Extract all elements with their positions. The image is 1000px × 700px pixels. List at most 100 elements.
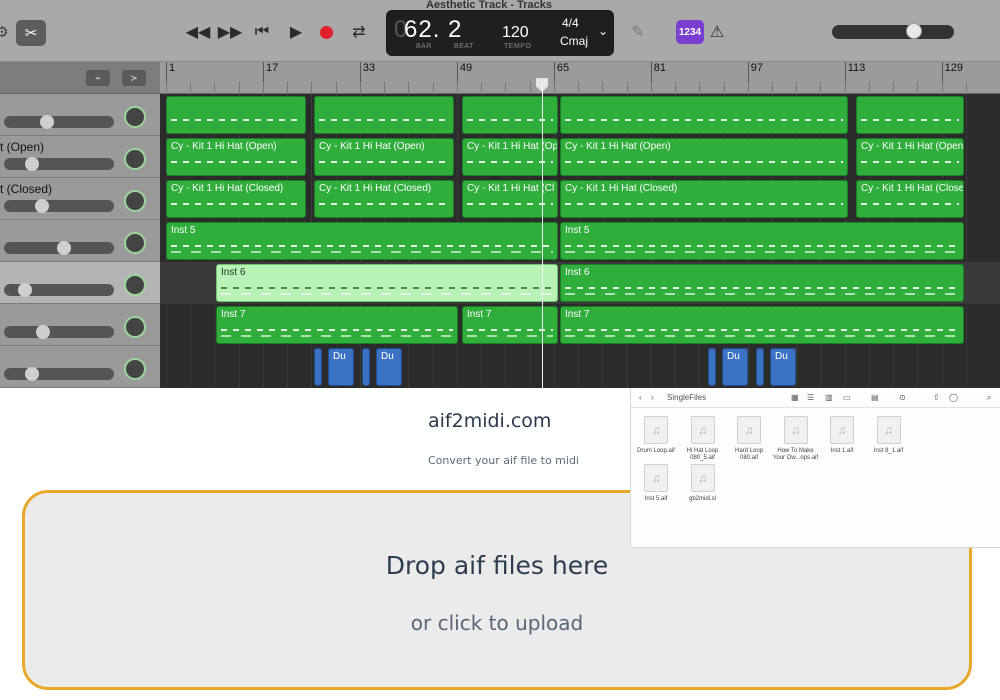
back-icon[interactable]: ‹ <box>639 393 642 402</box>
tuner-icon[interactable]: ✎ <box>628 22 648 42</box>
track-region[interactable]: Cy - Kit 1 Hi Hat (Closed) <box>166 180 306 218</box>
column-view-icon[interactable]: ▥ <box>825 393 833 402</box>
site-title[interactable]: aif2midi.com <box>428 410 551 432</box>
track-region[interactable]: Inst 7 <box>216 306 458 344</box>
track-volume-slider[interactable] <box>4 115 114 129</box>
pan-knob[interactable] <box>124 106 146 128</box>
metronome-icon[interactable]: ⚠ <box>708 22 726 42</box>
filter-icon[interactable]: ≻ <box>122 70 146 86</box>
drummer-region[interactable]: Du <box>328 348 354 386</box>
track-region[interactable]: Inst 7 <box>462 306 558 344</box>
drummer-region[interactable] <box>756 348 764 386</box>
pan-knob[interactable] <box>124 316 146 338</box>
gallery-view-icon[interactable]: ▭ <box>843 393 851 402</box>
track-header[interactable] <box>0 304 160 346</box>
play-icon[interactable]: ▶ <box>286 22 306 42</box>
track-volume-thumb[interactable] <box>25 157 39 171</box>
track-volume-thumb[interactable] <box>35 199 49 213</box>
track-region[interactable]: Cy - Kit 1 Hi Hat (Op <box>462 138 558 176</box>
track-volume-slider[interactable] <box>4 241 114 255</box>
track-header[interactable] <box>0 220 160 262</box>
track-volume-thumb[interactable] <box>36 325 50 339</box>
cycle-icon[interactable]: ⇄ <box>348 22 370 42</box>
drummer-region[interactable] <box>314 348 322 386</box>
tag-icon[interactable]: ◯ <box>949 393 958 402</box>
track-volume-slider[interactable] <box>4 367 114 381</box>
track-volume-slider[interactable] <box>4 283 114 297</box>
track-volume-slider[interactable] <box>4 325 114 339</box>
track-region[interactable] <box>856 96 964 134</box>
drummer-region[interactable]: Du <box>722 348 748 386</box>
finder-file[interactable]: ♫ Hi Hat Loop 080_5.aif <box>680 416 726 462</box>
track-volume-slider[interactable] <box>4 157 114 171</box>
finder-file[interactable]: ♫ Inst 1.aif <box>819 416 865 455</box>
track-region[interactable]: Cy - Kit 1 Hi Hat (Open) <box>314 138 454 176</box>
track-region[interactable]: Cy - Kit 1 Hi Hat (Cl <box>462 180 558 218</box>
automation-icon[interactable]: ⌁ <box>86 70 110 86</box>
track-region[interactable]: Inst 5 <box>560 222 964 260</box>
track-region[interactable]: Inst 6 <box>216 264 558 302</box>
finder-file[interactable]: ♫ How To Make Your Ow...ops.aif <box>773 416 819 462</box>
search-icon[interactable]: ⌕ <box>987 393 991 403</box>
track-region[interactable]: Inst 5 <box>166 222 558 260</box>
drummer-region[interactable]: Du <box>376 348 402 386</box>
count-in-button[interactable]: 1234 <box>676 20 704 44</box>
share-icon[interactable]: ⇧ <box>933 393 940 402</box>
rewind-icon[interactable]: ◀◀ <box>186 22 211 42</box>
playhead[interactable] <box>542 80 543 388</box>
finder-file[interactable]: ♫ Drum Loop.aif <box>633 416 679 455</box>
finder-file[interactable]: ♫ Inst 8_1.aif <box>866 416 912 455</box>
finder-file[interactable]: ♫ Inst 5.aif <box>633 464 679 503</box>
list-view-icon[interactable]: ☰ <box>807 393 814 402</box>
master-volume-slider[interactable] <box>832 23 954 39</box>
finder-file[interactable]: ♫ gb2midi.sl <box>680 464 726 503</box>
pan-knob[interactable] <box>124 190 146 212</box>
track-region[interactable] <box>314 96 454 134</box>
track-region[interactable] <box>166 96 306 134</box>
action-icon[interactable]: ⊙ <box>899 393 906 402</box>
track-header[interactable] <box>0 262 160 304</box>
track-region[interactable]: Cy - Kit 1 Hi Hat (Close <box>856 180 964 218</box>
pan-knob[interactable] <box>124 274 146 296</box>
track-region[interactable] <box>560 96 848 134</box>
track-region[interactable]: Inst 7 <box>560 306 964 344</box>
track-region[interactable]: Cy - Kit 1 Hi Hat (Open) <box>560 138 848 176</box>
pan-knob[interactable] <box>124 232 146 254</box>
track-region[interactable]: Cy - Kit 1 Hi Hat (Closed) <box>314 180 454 218</box>
drummer-region[interactable] <box>708 348 716 386</box>
forward-icon[interactable]: › <box>651 393 654 402</box>
region-midi-notes <box>171 203 301 217</box>
go-to-start-icon[interactable]: ⏮ <box>252 22 272 42</box>
track-region[interactable]: Cy - Kit 1 Hi Hat (Closed) <box>560 180 848 218</box>
pan-knob[interactable] <box>124 148 146 170</box>
track-volume-thumb[interactable] <box>40 115 54 129</box>
group-icon[interactable]: ▤ <box>871 393 879 402</box>
track-volume-thumb[interactable] <box>57 241 71 255</box>
track-region[interactable]: Cy - Kit 1 Hi Hat (Open) <box>166 138 306 176</box>
gear-icon[interactable]: ⚙ <box>0 22 10 42</box>
track-region[interactable] <box>462 96 558 134</box>
track-header[interactable]: t (Open) <box>0 136 160 178</box>
fast-forward-icon[interactable]: ▶▶ <box>218 22 243 42</box>
drummer-region[interactable] <box>362 348 370 386</box>
track-volume-slider[interactable] <box>4 199 114 213</box>
drummer-region[interactable]: Du <box>770 348 796 386</box>
track-header[interactable] <box>0 346 160 388</box>
track-region[interactable]: Inst 6 <box>560 264 964 302</box>
arrange-area[interactable]: 1 17 33 49 65 81 97 113 129 Cy - Kit 1 Hi Hat (O… <box>160 62 1000 388</box>
track-region[interactable]: Cy - Kit 1 Hi Hat (Open) <box>856 138 964 176</box>
scissors-icon[interactable]: ✂ <box>16 20 46 46</box>
pan-knob[interactable] <box>124 358 146 380</box>
record-icon[interactable] <box>318 24 334 40</box>
track-header[interactable]: t (Closed) <box>0 178 160 220</box>
finder-file[interactable]: ♫ Hard Loop 080.aif <box>726 416 772 462</box>
track-header[interactable] <box>0 94 160 136</box>
dropzone-subtitle: or click to upload <box>410 611 584 635</box>
bar-ruler[interactable]: 1 17 33 49 65 81 97 113 129 <box>160 62 1000 94</box>
track-volume-thumb[interactable] <box>18 283 32 297</box>
grid-view-icon[interactable]: ▦ <box>791 393 799 402</box>
chevron-down-icon[interactable]: ⌄ <box>598 24 608 38</box>
master-volume-knob[interactable] <box>906 23 922 39</box>
lcd-display[interactable]: Aesthetic Track - Tracks 0 62. 2 BAR BEA… <box>386 0 614 56</box>
track-volume-thumb[interactable] <box>25 367 39 381</box>
